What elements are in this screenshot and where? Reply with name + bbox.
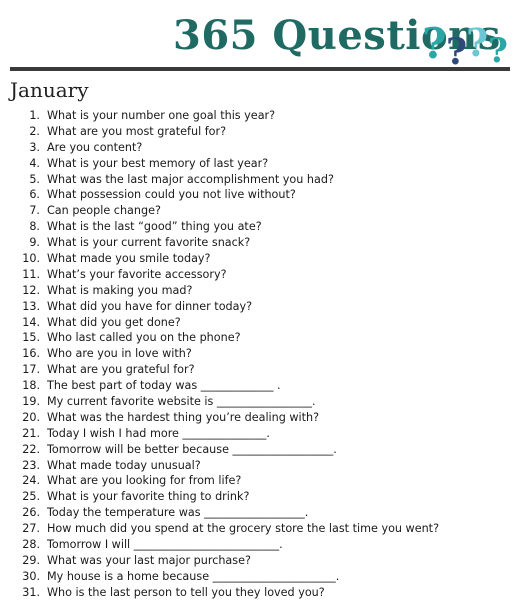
question-text: What is making you mad? bbox=[47, 283, 193, 297]
question-text: Tomorrow will be better because ________… bbox=[47, 442, 337, 456]
question-text: What is your favorite thing to drink? bbox=[47, 490, 250, 504]
question-text: Are you content? bbox=[47, 140, 143, 154]
question-text: What did you get done? bbox=[47, 315, 181, 329]
question-text: What is your best memory of last year? bbox=[47, 156, 269, 170]
question-text: What are you looking for from life? bbox=[47, 474, 242, 488]
question-number: 20. bbox=[22, 410, 40, 424]
question-number: 29. bbox=[22, 553, 40, 567]
question-text: What are you grateful for? bbox=[47, 363, 195, 377]
question-text: Who last called you on the phone? bbox=[47, 331, 241, 345]
question-number: 1. bbox=[29, 109, 40, 122]
question-text: Today the temperature was ______________… bbox=[47, 506, 309, 520]
question-number: 22. bbox=[22, 442, 40, 456]
question-number: 14. bbox=[22, 315, 40, 329]
question-text: Can people change? bbox=[47, 204, 161, 218]
question-number: 23. bbox=[22, 458, 40, 472]
question-number: 24. bbox=[22, 474, 40, 488]
question-number: 8. bbox=[29, 220, 40, 234]
question-number: 3. bbox=[29, 140, 40, 154]
question-number: 7. bbox=[29, 204, 40, 218]
svg-text:?: ? bbox=[422, 19, 447, 68]
svg-text:?: ? bbox=[488, 31, 508, 68]
question-number: 30. bbox=[22, 569, 40, 583]
question-number: 10. bbox=[22, 252, 40, 266]
question-number: 6. bbox=[29, 188, 40, 202]
question-text: Who is the last person to tell you they … bbox=[47, 585, 325, 599]
header-divider bbox=[10, 67, 510, 71]
question-text: What possession could you not live witho… bbox=[47, 188, 296, 202]
question-text: What is your number one goal this year? bbox=[47, 109, 276, 122]
question-marks-icon: ? ? ? ? bbox=[422, 19, 508, 68]
question-text: My house is a home because _____________… bbox=[47, 569, 340, 583]
question-number: 11. bbox=[22, 267, 40, 281]
question-text: What was the hardest thing you’re dealin… bbox=[47, 410, 320, 424]
question-text: What is the last “good” thing you ate? bbox=[47, 220, 262, 234]
svg-text:?: ? bbox=[466, 20, 488, 65]
question-text: Who are you in love with? bbox=[47, 347, 192, 361]
question-text: What made today unusual? bbox=[47, 458, 201, 472]
question-text: What are you most grateful for? bbox=[47, 124, 227, 138]
month-heading: January bbox=[10, 78, 89, 102]
question-number: 5. bbox=[29, 172, 40, 186]
question-text: What’s your favorite accessory? bbox=[47, 267, 227, 281]
question-text: Tomorrow I will ________________________… bbox=[47, 538, 283, 552]
question-text: How much did you spend at the grocery st… bbox=[47, 522, 440, 536]
question-number: 19. bbox=[22, 395, 40, 409]
question-text: What was your last major purchase? bbox=[47, 553, 251, 567]
question-number: 15. bbox=[22, 331, 40, 345]
question-number: 2. bbox=[29, 124, 40, 138]
question-number: 27. bbox=[22, 522, 40, 536]
question-text: The best part of today was _____________… bbox=[47, 379, 281, 393]
question-number: 28. bbox=[22, 538, 40, 552]
question-text: What did you have for dinner today? bbox=[47, 299, 253, 313]
question-text: Today I wish I had more _______________. bbox=[47, 426, 270, 440]
question-number: 13. bbox=[22, 299, 40, 313]
svg-text:?: ? bbox=[446, 31, 467, 68]
question-number: 12. bbox=[22, 283, 40, 297]
question-text: My current favorite website is _________… bbox=[47, 395, 316, 409]
page-header: 365 Questions ? ? ? ? bbox=[0, 0, 516, 76]
question-number: 9. bbox=[29, 236, 40, 250]
question-number: 4. bbox=[29, 156, 40, 170]
question-number: 16. bbox=[22, 347, 40, 361]
question-text: What was the last major accomplishment y… bbox=[47, 172, 334, 186]
question-number: 21. bbox=[22, 426, 40, 440]
question-number: 25. bbox=[22, 490, 40, 504]
question-text: What is your current favorite snack? bbox=[47, 236, 251, 250]
question-number: 26. bbox=[22, 506, 40, 520]
question-number: 31. bbox=[22, 585, 40, 599]
question-text: What made you smile today? bbox=[47, 252, 211, 266]
question-number: 18. bbox=[22, 379, 40, 393]
question-number: 17. bbox=[22, 363, 40, 377]
